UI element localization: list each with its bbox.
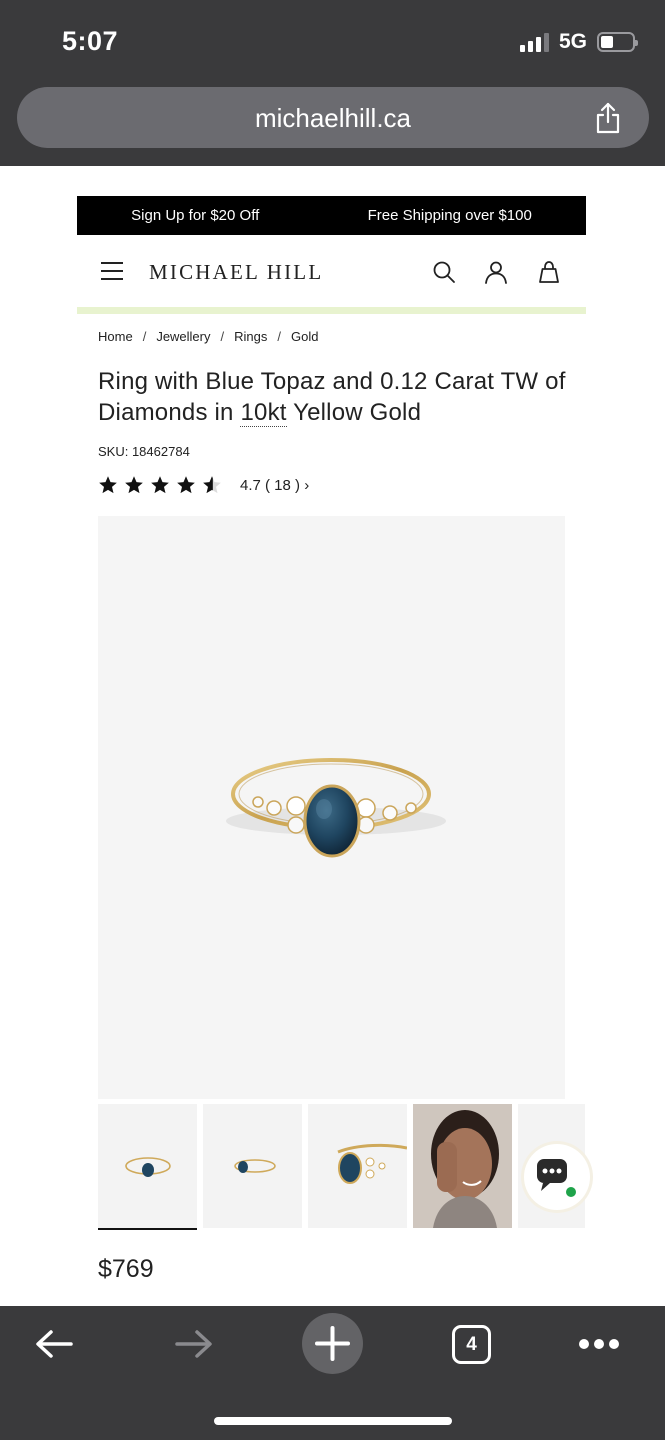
arrow-right-icon [175,1330,212,1358]
new-tab-button[interactable] [302,1313,363,1374]
thumbnail-2[interactable] [203,1104,302,1228]
ring-image [226,758,446,858]
status-indicators: 5G [519,30,638,54]
product-rating[interactable]: 4.7 ( 18 ) › [98,475,309,495]
site-header: MICHAEL HILL [77,240,586,306]
karat-tooltip-term[interactable]: 10kt [240,399,287,427]
online-status-dot [564,1185,578,1199]
hamburger-menu-icon[interactable] [101,262,123,280]
more-dots-icon [579,1339,619,1349]
shopping-bag-icon[interactable] [537,260,561,284]
product-title-text-end: Yellow Gold [286,399,422,426]
breadcrumb-rings[interactable]: Rings [234,329,267,344]
star-full-icon [125,476,143,494]
ring-thumbnail-image [125,1157,171,1177]
thumbnail-1[interactable] [98,1104,197,1230]
site-logo[interactable]: MICHAEL HILL [149,260,323,285]
product-main-image[interactable] [98,516,565,1099]
network-type: 5G [558,30,587,53]
breadcrumb: Home / Jewellery / Rings / Gold [98,329,319,344]
arrow-left-icon [36,1330,73,1358]
product-sku: SKU: 18462784 [98,444,190,459]
tabs-button[interactable]: 4 [452,1325,491,1364]
model-thumbnail-image [413,1104,512,1228]
back-button[interactable] [32,1314,76,1374]
search-icon[interactable] [432,260,456,284]
browser-top-chrome: 5:07 5G michaelhill.ca [0,0,665,166]
share-icon[interactable] [593,101,623,135]
signal-icon [519,32,549,52]
ring-closeup-thumbnail-image [337,1143,408,1184]
more-options-button[interactable] [577,1314,621,1374]
plus-icon [315,1326,350,1361]
breadcrumb-jewellery[interactable]: Jewellery [156,329,210,344]
product-title: Ring with Blue Topaz and 0.12 Carat TW o… [98,366,568,428]
browser-bottom-toolbar: 4 [0,1306,665,1440]
star-full-icon [151,476,169,494]
forward-button[interactable] [172,1314,216,1374]
url-bar[interactable]: michaelhill.ca [17,87,649,148]
home-indicator[interactable] [214,1417,452,1425]
promo-banner: Sign Up for $20 Off Free Shipping over $… [77,196,586,235]
breadcrumb-gold[interactable]: Gold [291,329,318,344]
promo-signup-link[interactable]: Sign Up for $20 Off [131,207,259,224]
image-thumbnails [98,1104,585,1230]
product-price: $769 [98,1255,154,1283]
ring-thumbnail-image [234,1159,276,1173]
rating-stars [98,475,222,495]
status-time: 5:07 [62,26,119,56]
star-full-icon [177,476,195,494]
url-text: michaelhill.ca [254,103,412,133]
breadcrumb-home[interactable]: Home [98,329,133,344]
account-icon[interactable] [484,260,508,284]
promo-shipping-link[interactable]: Free Shipping over $100 [368,207,532,224]
chat-button[interactable] [517,1139,597,1215]
star-half-icon [203,476,221,494]
thumbnail-3[interactable] [308,1104,408,1228]
star-full-icon [99,476,117,494]
header-accent-strip [77,307,586,314]
rating-summary[interactable]: 4.7 ( 18 ) › [240,477,309,494]
thumbnail-4[interactable] [413,1104,512,1228]
battery-icon [597,32,638,52]
